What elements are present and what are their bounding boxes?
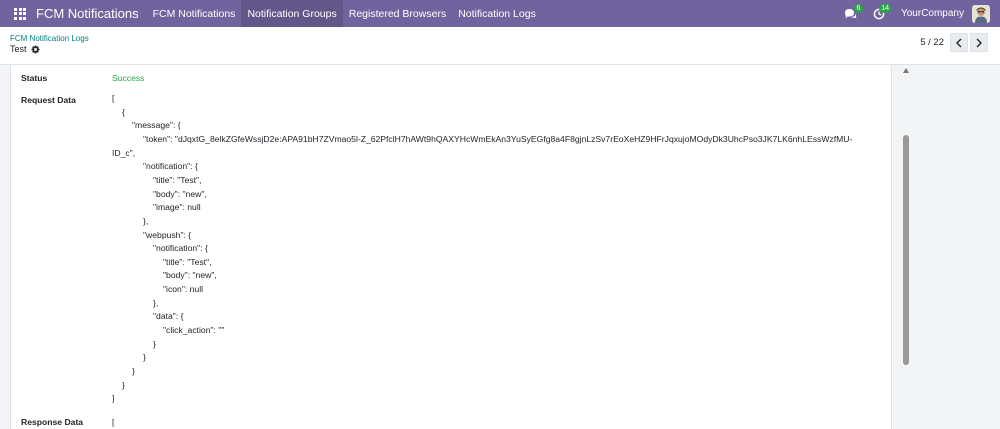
menu-fcm-notifications[interactable]: FCM Notifications — [147, 0, 242, 27]
json-line: ] — [112, 393, 115, 404]
json-line: }, — [153, 297, 159, 308]
json-line: }, — [143, 215, 149, 226]
messages-systray[interactable]: 6 — [839, 0, 863, 27]
status-label: Status — [21, 73, 48, 83]
json-line: "icon": null — [163, 284, 204, 295]
menu-registered-browsers[interactable]: Registered Browsers — [343, 0, 452, 27]
record-name: Test — [10, 44, 27, 54]
chevron-right-icon — [976, 38, 982, 47]
json-line: "body": "new", — [153, 188, 207, 199]
messages-count-badge: 6 — [853, 4, 863, 13]
json-line: [ — [112, 93, 115, 103]
activities-systray[interactable]: 14 — [867, 0, 891, 27]
menu-notification-logs[interactable]: Notification Logs — [452, 0, 542, 27]
apps-grid-icon[interactable] — [6, 0, 34, 27]
response-data-json: [ — [112, 417, 115, 427]
json-line: "notification": { — [143, 161, 198, 172]
json-line: ID_c", — [112, 147, 136, 158]
breadcrumb[interactable]: FCM Notification Logs — [10, 34, 89, 43]
json-line: "body": "new", — [163, 270, 217, 281]
json-line: "message": { — [132, 120, 181, 131]
record-title: Test — [10, 44, 40, 54]
top-navbar: FCM Notifications FCM Notifications Noti… — [0, 0, 1000, 27]
pager-previous-button[interactable] — [950, 33, 968, 52]
json-line: "webpush": { — [143, 229, 192, 240]
json-line: { — [122, 106, 125, 117]
response-data-label: Response Data — [21, 417, 84, 427]
json-line: "click_action": "" — [163, 325, 225, 336]
control-panel: FCM Notification Logs Test 5 / 22 — [0, 27, 1000, 65]
json-line: } — [132, 366, 135, 376]
app-brand[interactable]: FCM Notifications — [36, 6, 139, 21]
scroll-up-icon[interactable] — [903, 68, 909, 73]
json-line: "token": "dJqxtG_8elkZGfeWssjD2e:APA91bH… — [143, 133, 853, 144]
avatar[interactable] — [972, 4, 990, 23]
scrollbar[interactable] — [900, 65, 912, 429]
pager: 5 / 22 — [920, 33, 988, 52]
json-line: "notification": { — [153, 243, 208, 254]
json-line: "image": null — [153, 202, 201, 213]
activities-count-badge: 14 — [879, 4, 891, 13]
request-data-label: Request Data — [21, 95, 76, 105]
json-line: "data": { — [153, 311, 184, 322]
scroll-thumb[interactable] — [903, 135, 909, 365]
chevron-left-icon — [956, 38, 962, 47]
pager-next-button[interactable] — [970, 33, 988, 52]
json-line: } — [153, 338, 156, 349]
json-line: "title": "Test", — [163, 256, 212, 267]
status-value: Success — [112, 73, 145, 83]
json-line: "title": "Test", — [153, 174, 202, 185]
menu-notification-groups[interactable]: Notification Groups — [241, 0, 343, 27]
json-line: } — [122, 379, 125, 390]
json-line: } — [143, 352, 146, 363]
pager-value[interactable]: 5 / 22 — [920, 37, 944, 48]
gear-icon[interactable] — [30, 44, 40, 54]
company-switcher[interactable]: YourCompany — [901, 8, 964, 19]
form-sheet: Status Success Request Data [ { "message":… — [10, 65, 892, 429]
